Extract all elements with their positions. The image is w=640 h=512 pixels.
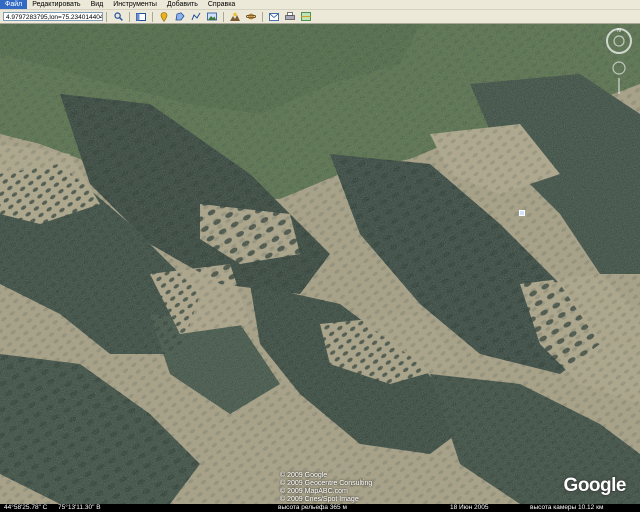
menu-view[interactable]: Вид [86, 0, 109, 9]
toolbar-divider [106, 11, 107, 22]
elevation-readout: высота рельефа 365 м [278, 504, 347, 511]
menu-file[interactable]: Файл [0, 0, 28, 9]
attribution-line: © 2009 Geocentre Consulting [280, 480, 373, 487]
email-icon[interactable] [268, 11, 280, 22]
satellite-imagery [0, 24, 640, 504]
latitude-readout: 44°58'25.78" С [4, 504, 48, 511]
view-in-maps-icon[interactable] [300, 11, 312, 22]
placemark-marker[interactable] [519, 210, 525, 216]
toolbar: 4.9797283795,lon=75.2340144041 [0, 10, 640, 24]
toolbar-divider [223, 11, 224, 22]
status-bar: 44°58'25.78" С 75°13'11.30" В высота рел… [0, 504, 640, 512]
menu-help[interactable]: Справка [203, 0, 240, 9]
placemark-icon[interactable] [158, 11, 170, 22]
svg-text:N: N [617, 28, 621, 34]
longitude-readout: 75°13'11.30" В [58, 504, 101, 511]
menu-add[interactable]: Добавить [162, 0, 203, 9]
map-view[interactable]: N © 2009 Google © 2009 Geocentre Consult… [0, 24, 640, 504]
menu-edit[interactable]: Редактировать [27, 0, 85, 9]
planets-icon[interactable] [245, 11, 257, 22]
print-icon[interactable] [284, 11, 296, 22]
search-input[interactable]: 4.9797283795,lon=75.2340144041 [3, 12, 103, 21]
menu-tools[interactable]: Инструменты [108, 0, 162, 9]
toolbar-divider [152, 11, 153, 22]
path-icon[interactable] [190, 11, 202, 22]
menu-bar: Файл Редактировать Вид Инструменты Добав… [0, 0, 640, 10]
attribution-line: © 2009 MapABC.com [280, 488, 348, 495]
polygon-icon[interactable] [174, 11, 186, 22]
toolbar-divider [262, 11, 263, 22]
search-icon[interactable] [112, 11, 124, 22]
google-logo: Google [563, 475, 627, 496]
eye-altitude-readout: высота камеры 10.12 км [530, 504, 604, 511]
attribution-line: © 2009 Google [280, 472, 328, 479]
toolbar-divider [129, 11, 130, 22]
sun-icon[interactable] [229, 11, 241, 22]
navigation-compass[interactable]: N [604, 26, 634, 96]
image-overlay-icon[interactable] [206, 11, 218, 22]
imagery-attribution: © 2009 Google © 2009 Geocentre Consultin… [280, 472, 372, 504]
attribution-line: © 2009 Cnes/Spot Image [280, 496, 359, 503]
imagery-date: 18 Июн 2005 [450, 504, 489, 511]
sidebar-toggle-icon[interactable] [135, 11, 147, 22]
